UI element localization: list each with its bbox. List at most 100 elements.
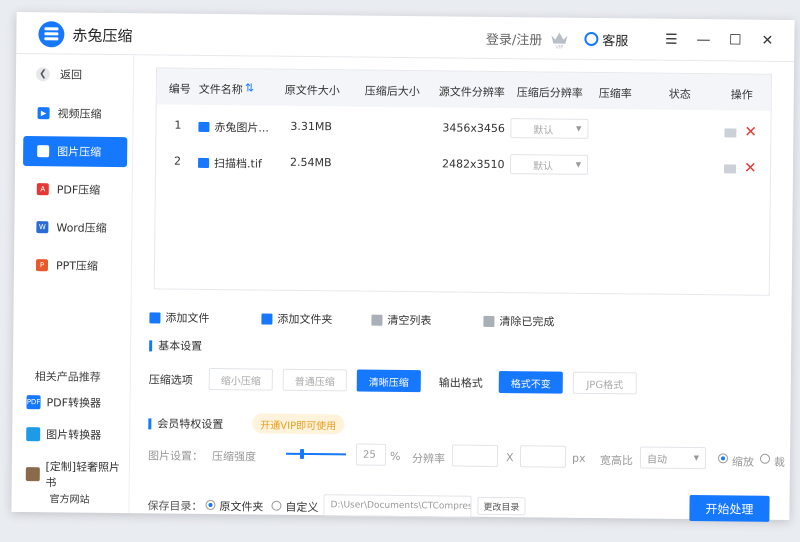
percent-label: % (389, 449, 401, 463)
main-panel: 编号 文件名称 ⇅ 原文件大小 压缩后大小 源文件分辨率 压缩后分辨率 压缩率 … (129, 55, 794, 522)
strength-slider[interactable] (286, 448, 347, 459)
image-file-icon (198, 157, 210, 168)
crop-label: 裁 (773, 455, 786, 470)
header-name[interactable]: 文件名称 (199, 81, 243, 97)
app-logo-icon (38, 21, 65, 48)
image-settings-label: 图片设置： (147, 449, 204, 463)
resolution-select[interactable]: 默认 ▼ (510, 118, 589, 139)
height-input[interactable] (519, 445, 567, 468)
official-website-link[interactable]: 官方网站 (49, 490, 89, 505)
row-size: 3.31MB (290, 119, 333, 134)
back-button[interactable]: ❮ 返回 (35, 66, 83, 82)
row-no: 1 (174, 118, 182, 132)
header-action: 操作 (730, 88, 753, 102)
option-normal-button[interactable]: 普通压缩 (282, 368, 347, 392)
sidebar-item-label: PDF压缩 (56, 183, 101, 197)
folder-icon[interactable] (724, 128, 737, 138)
row-no: 2 (174, 154, 182, 168)
sidebar-item-video[interactable]: ▶ 视频压缩 (23, 98, 127, 129)
app-window: 赤兔压缩 登录/注册 VIP 客服 ☰ — ☐ ✕ ❮ 返回 ▶ 视频压缩 图片… (11, 11, 795, 522)
add-folder-icon (261, 313, 273, 325)
sidebar-item-image[interactable]: 图片压缩 (23, 136, 128, 168)
format-jpg-button[interactable]: JPG格式 (572, 371, 637, 395)
pdf-icon: A (36, 183, 49, 196)
related-image-converter[interactable]: 图片转换器 (26, 426, 101, 443)
header-comp-size: 压缩后大小 (364, 84, 420, 99)
option-shrink-button[interactable]: 缩小压缩 (208, 367, 273, 391)
clear-done-label: 清除已完成 (499, 315, 555, 329)
add-folder-button[interactable]: 添加文件夹 (261, 311, 333, 328)
related-products-title: 相关产品推荐 (34, 370, 101, 384)
clear-done-icon (483, 315, 495, 327)
add-file-button[interactable]: 添加文件 (149, 309, 210, 326)
clear-done-button[interactable]: 清除已完成 (483, 313, 554, 330)
chevron-down-icon: ▼ (576, 124, 582, 133)
format-keep-button[interactable]: 格式不变 (498, 371, 563, 394)
change-dir-button[interactable]: 更改目录 (477, 496, 526, 516)
file-table: 编号 文件名称 ⇅ 原文件大小 压缩后大小 源文件分辨率 压缩后分辨率 压缩率 … (153, 67, 773, 296)
sidebar-item-label: PPT压缩 (55, 259, 99, 273)
crop-radio[interactable] (759, 453, 771, 464)
resolution-select[interactable]: 默认 ▼ (509, 154, 589, 175)
delete-icon[interactable]: ✕ (744, 159, 757, 177)
menu-icon[interactable]: ☰ (660, 29, 682, 51)
row-size: 2.54MB (290, 155, 332, 170)
add-file-label: 添加文件 (165, 311, 210, 325)
sidebar-item-ppt[interactable]: P PPT压缩 (22, 250, 126, 281)
basic-settings-title: 基本设置 (149, 337, 202, 354)
table-row[interactable]: 2 扫描档.tif 2.54MB 2482x3510 默认 ▼ ✕ (156, 144, 770, 186)
image-converter-icon (26, 427, 41, 442)
related-pdf-converter[interactable]: PDF PDF转换器 (26, 394, 101, 411)
strength-input[interactable]: 25 (355, 443, 387, 466)
sidebar-item-word[interactable]: W Word压缩 (22, 212, 126, 243)
chevron-left-icon: ❮ (35, 67, 51, 82)
row-name: 扫描档.tif (198, 155, 262, 172)
px-label: px (571, 451, 586, 465)
minimize-icon[interactable]: — (692, 29, 714, 51)
width-input[interactable] (451, 444, 499, 468)
header-src-res: 源文件分辨率 (438, 85, 505, 100)
close-icon[interactable]: ✕ (756, 30, 778, 52)
chevron-down-icon: ▼ (575, 160, 582, 169)
pdf-converter-icon: PDF (26, 395, 41, 410)
custom-folder-radio[interactable] (271, 500, 282, 511)
sidebar: ❮ 返回 ▶ 视频压缩 图片压缩 A PDF压缩 W Word压缩 P PPT压… (11, 53, 135, 514)
add-file-icon (149, 311, 161, 323)
add-folder-label: 添加文件夹 (277, 312, 333, 327)
sidebar-item-label: Word压缩 (56, 221, 107, 235)
save-path-input[interactable]: D:\User\Documents\CTCompres (323, 494, 472, 518)
header-orig-size: 原文件大小 (284, 83, 340, 98)
app-title: 赤兔压缩 (72, 26, 133, 46)
sidebar-item-label: 图片压缩 (57, 145, 102, 159)
clear-list-button[interactable]: 清空列表 (371, 312, 431, 329)
image-file-icon (198, 121, 210, 132)
login-link[interactable]: 登录/注册 (486, 28, 543, 48)
folder-icon[interactable] (723, 164, 737, 174)
service-icon[interactable] (584, 31, 599, 47)
vip-upgrade-badge[interactable]: 开通VIP即可使用 (252, 413, 345, 435)
start-button[interactable]: 开始处理 (689, 495, 770, 522)
delete-icon[interactable]: ✕ (744, 123, 757, 141)
image-icon (37, 145, 50, 158)
sidebar-item-pdf[interactable]: A PDF压缩 (23, 174, 127, 205)
aspect-select[interactable]: 自动 ▼ (639, 446, 707, 470)
clear-icon (371, 314, 383, 326)
original-folder-radio[interactable] (205, 499, 216, 511)
related-photo-book[interactable]: [定制]轻奢照片书 (25, 458, 129, 491)
sort-icon[interactable]: ⇅ (245, 81, 254, 94)
option-clear-button[interactable]: 清晰压缩 (356, 369, 421, 393)
output-format-label: 输出格式 (438, 376, 483, 390)
row-resolution: 2482x3510 (442, 157, 505, 172)
header-ratio: 压缩率 (598, 87, 632, 101)
related-label: PDF转换器 (46, 396, 102, 410)
vip-crown-icon[interactable]: VIP (548, 28, 570, 51)
slider-handle[interactable] (299, 448, 305, 459)
maximize-icon[interactable]: ☐ (724, 29, 746, 51)
video-icon: ▶ (37, 107, 50, 120)
compress-option-label: 压缩选项 (148, 373, 193, 387)
back-label: 返回 (59, 68, 83, 82)
table-header: 编号 文件名称 ⇅ 原文件大小 压缩后大小 源文件分辨率 压缩后分辨率 压缩率 … (156, 68, 772, 111)
svg-text:VIP: VIP (555, 45, 563, 50)
scale-radio[interactable] (717, 453, 729, 464)
service-link[interactable]: 客服 (602, 30, 628, 49)
